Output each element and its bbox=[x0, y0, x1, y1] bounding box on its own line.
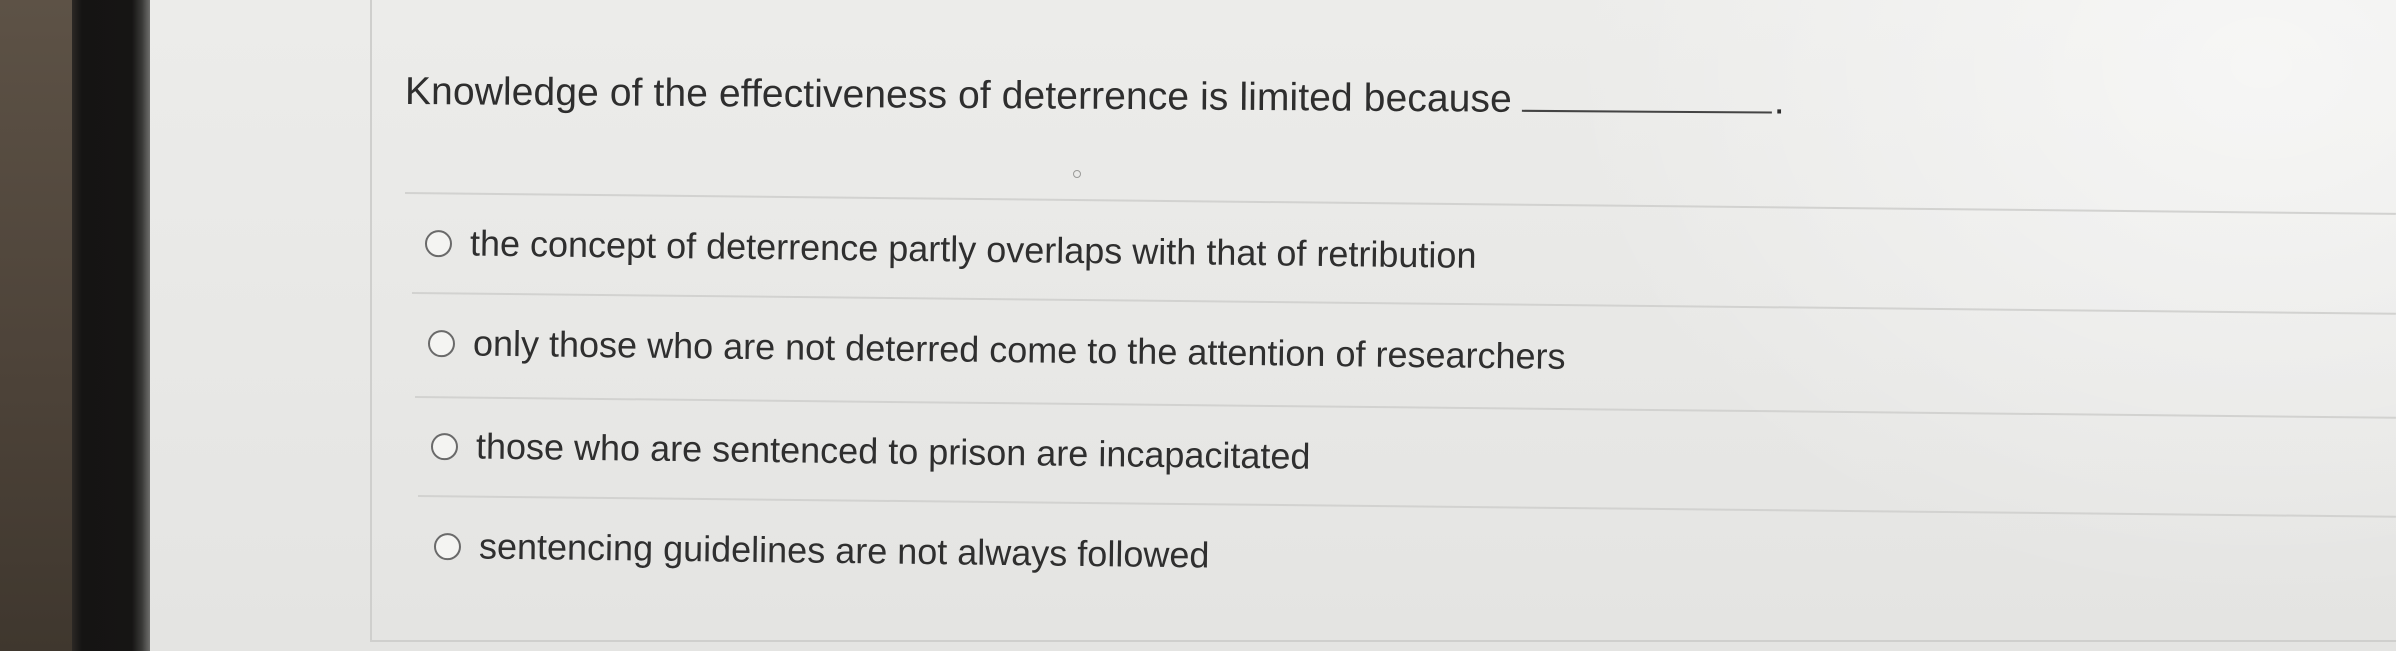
option-2-radio[interactable] bbox=[427, 329, 456, 357]
question-period: . bbox=[1773, 79, 1785, 123]
option-1-radio[interactable] bbox=[424, 229, 453, 257]
answer-blank bbox=[1521, 108, 1772, 114]
option-4-radio[interactable] bbox=[433, 532, 462, 560]
question-text: Knowledge of the effectiveness of deterr… bbox=[404, 70, 1513, 121]
photo-frame: Knowledge of the effectiveness of deterr… bbox=[0, 0, 2396, 651]
monitor-edge bbox=[0, 0, 72, 651]
option-4-label: sentencing guidelines are not always fol… bbox=[478, 525, 1210, 576]
option-3-radio[interactable] bbox=[430, 432, 459, 460]
monitor-bezel bbox=[72, 0, 150, 651]
screen-speck bbox=[1073, 170, 1081, 178]
